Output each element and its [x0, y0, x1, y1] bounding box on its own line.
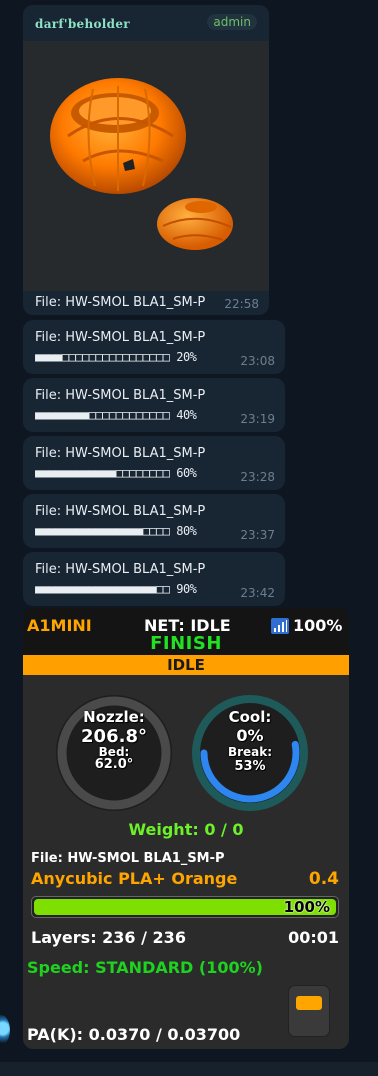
pressure-advance: PA(K): 0.0370 / 0.03700 [27, 1025, 241, 1044]
message-header: darf'beholder admin [23, 5, 269, 41]
composer-bar [0, 1062, 378, 1076]
message-file: File: HW-SMOL BLA1_SM-P [35, 330, 206, 345]
admin-badge: admin [207, 14, 257, 30]
card-body: Nozzle: 206.8° Bed: 62.0° Cool: 0% Break… [23, 675, 349, 1049]
print-progress-bar: 100% [31, 896, 339, 918]
filament-name: Anycubic PLA+ Orange [31, 869, 238, 888]
message-time: 23:08 [240, 354, 275, 368]
message-progress: ■■■■■■■■■■■■■■■■■■□□ 90% [35, 582, 197, 596]
message-progress: ■■■■■■■■■■■■□□□□□□□□ 60% [35, 466, 197, 480]
printer-status-card[interactable]: A1MINI NET: IDLE 100% FINISH IDLE Nozzle… [23, 608, 349, 1049]
avatar[interactable] [0, 1015, 10, 1045]
message-time: 23:42 [240, 586, 275, 600]
progress-message[interactable]: File: HW-SMOL BLA1_SM-P ■■■■■■■■■■■■■■■■… [23, 494, 285, 548]
message-file: File: HW-SMOL BLA1_SM-P [35, 388, 206, 403]
progress-message[interactable]: File: HW-SMOL BLA1_SM-P ■■■■■■■■■■■■□□□□… [23, 436, 285, 490]
state-bar: IDLE [23, 655, 349, 675]
print-photo[interactable] [23, 41, 269, 291]
message-file: File: HW-SMOL BLA1_SM-P [35, 504, 206, 519]
progress-message[interactable]: File: HW-SMOL BLA1_SM-P ■■■■■■■■■■■■■■■■… [23, 552, 285, 606]
message-time: 22:58 [224, 297, 259, 311]
lamp-icon [296, 996, 322, 1010]
layer-count: Layers: 236 / 236 [31, 928, 186, 947]
file-name: File: HW-SMOL BLA1_SM-P [31, 851, 225, 866]
cool-readout: Cool: 0% Break: 53% [227, 708, 273, 774]
message-time: 23:37 [240, 528, 275, 542]
light-toggle-button[interactable] [288, 985, 330, 1037]
print-progress-label: 100% [283, 898, 330, 916]
message-time: 23:28 [240, 470, 275, 484]
nozzle-size: 0.4 [308, 869, 339, 889]
message-file: File: HW-SMOL BLA1_SM-P [35, 446, 206, 461]
progress-message[interactable]: File: HW-SMOL BLA1_SM-P ■■■■■■■■□□□□□□□□… [23, 378, 285, 432]
finish-status: FINISH [150, 633, 222, 654]
message-time: 23:19 [240, 412, 275, 426]
message-progress: ■■■■□□□□□□□□□□□□□□□□ 20% [35, 350, 197, 364]
print-speed: Speed: STANDARD (100%) [27, 958, 263, 977]
nozzle-readout: Nozzle: 206.8° Bed: 62.0° [81, 708, 147, 772]
message-progress: ■■■■■■■■□□□□□□□□□□□□ 40% [35, 408, 197, 422]
photo-message[interactable]: darf'beholder admin File: HW-SMOL BLA1_S… [23, 5, 269, 315]
message-progress: ■■■■■■■■■■■■■■■■□□□□ 80% [35, 524, 197, 538]
progress-message[interactable]: File: HW-SMOL BLA1_SM-P ■■■■□□□□□□□□□□□□… [23, 320, 285, 374]
wifi-signal-icon [271, 618, 289, 634]
pumpkin-render-image [50, 78, 233, 250]
photo-caption: File: HW-SMOL BLA1_SM-P [35, 295, 206, 310]
sender-name[interactable]: darf'beholder [35, 17, 130, 31]
elapsed-time: 00:01 [288, 928, 339, 947]
message-file: File: HW-SMOL BLA1_SM-P [35, 562, 206, 577]
filament-weight: Weight: 0 / 0 [128, 820, 244, 839]
